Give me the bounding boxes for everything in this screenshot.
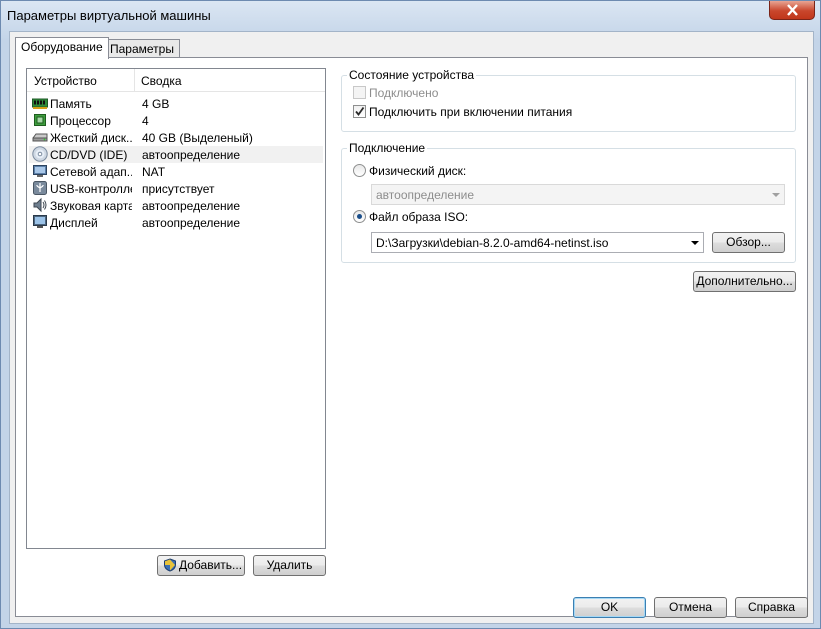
device-row-cd-dvd[interactable]: CD/DVD (IDE) автоопределение [29,146,323,163]
connected-checkbox[interactable] [353,86,366,99]
physical-disk-select[interactable]: автоопределение [371,184,785,205]
network-adapter-icon [33,165,47,177]
cancel-button[interactable]: Отмена [654,597,727,618]
dialog-client: Оборудование Параметры Устройство Сводка [9,31,814,624]
ok-button[interactable]: OK [573,597,646,618]
device-summary: автоопределение [142,199,241,213]
usb-icon [33,181,47,195]
processor-icon [34,114,46,126]
cd-dvd-icon [32,146,48,162]
device-row-processor[interactable]: Процессор 4 [29,112,323,129]
device-name: USB-контроллер [50,182,132,196]
display-icon [33,215,47,228]
hardware-panel: Устройство Сводка Память 4 GB Процессор … [15,57,808,617]
column-header-summary[interactable]: Сводка [141,74,182,88]
physical-disk-label: Физический диск: [369,164,467,178]
browse-button-label: Обзор... [726,235,771,249]
device-name: CD/DVD (IDE) [50,148,128,162]
cancel-button-label: Отмена [668,600,713,614]
tab-hardware[interactable]: Оборудование [15,37,109,59]
device-summary: автоопределение [142,216,241,230]
browse-button[interactable]: Обзор... [712,232,785,253]
ok-button-label: OK [600,600,619,614]
connected-label: Подключено [369,86,439,100]
device-row-memory[interactable]: Память 4 GB [29,95,323,112]
device-name: Сетевой адап... [50,165,132,179]
device-list[interactable]: Устройство Сводка Память 4 GB Процессор … [26,68,326,549]
device-name: Звуковая карта [50,199,132,213]
checkmark-icon [355,106,365,116]
device-summary: 40 GB (Выделеный) [142,131,253,145]
window-title: Параметры виртуальной машины [7,8,211,23]
physical-disk-value: автоопределение [376,188,475,202]
connect-on-power-checkbox[interactable] [353,105,366,118]
advanced-button[interactable]: Дополнительно... [693,271,796,292]
memory-icon [32,98,48,109]
add-button[interactable]: Добавить... [157,555,245,576]
help-button-label: Справка [747,600,796,614]
iso-file-radio[interactable] [353,210,366,223]
connection-title: Подключение [347,141,428,155]
device-status-title: Состояние устройства [347,68,477,82]
column-divider[interactable] [134,69,135,91]
iso-path-value: D:\Загрузки\debian-8.2.0-amd64-netinst.i… [376,236,609,250]
help-button[interactable]: Справка [735,597,808,618]
advanced-button-label: Дополнительно... [696,274,793,288]
chevron-down-icon [772,193,780,197]
device-summary: присутствует [142,182,215,196]
device-row-usb-controller[interactable]: USB-контроллер присутствует [29,180,323,197]
physical-disk-radio[interactable] [353,164,366,177]
iso-path-combo[interactable]: D:\Загрузки\debian-8.2.0-amd64-netinst.i… [371,232,704,253]
device-row-display[interactable]: Дисплей автоопределение [29,214,323,231]
device-row-network-adapter[interactable]: Сетевой адап... NAT [29,163,323,180]
device-row-hard-disk[interactable]: Жесткий диск... 40 GB (Выделеный) [29,129,323,146]
device-name: Память [50,97,92,111]
column-header-device[interactable]: Устройство [34,74,97,88]
device-summary: 4 [142,114,149,128]
close-button[interactable] [769,1,815,20]
device-name: Дисплей [50,216,98,230]
connect-on-power-label: Подключить при включении питания [369,105,573,119]
remove-button[interactable]: Удалить [253,555,326,576]
hard-disk-icon [32,133,48,142]
shield-icon [164,558,176,572]
settings-window: Параметры виртуальной машины Оборудовани… [0,0,821,629]
title-bar[interactable]: Параметры виртуальной машины [1,1,820,31]
device-summary: NAT [142,165,166,179]
chevron-down-icon[interactable] [691,241,699,245]
device-name: Жесткий диск... [50,131,132,145]
device-summary: 4 GB [142,97,170,111]
close-icon [787,4,798,16]
sound-card-icon [33,197,47,213]
tab-options[interactable]: Параметры [104,39,180,59]
device-summary: автоопределение [142,148,241,162]
connection-group: Подключение Физический диск: автоопредел… [341,141,796,263]
device-status-group: Состояние устройства Подключено Подключи… [341,68,796,132]
device-name: Процессор [50,114,111,128]
list-header: Устройство Сводка [27,69,325,92]
add-button-label: Добавить... [179,558,243,572]
remove-button-label: Удалить [266,558,313,572]
iso-file-label: Файл образа ISO: [369,210,469,224]
device-row-sound-card[interactable]: Звуковая карта автоопределение [29,197,323,214]
